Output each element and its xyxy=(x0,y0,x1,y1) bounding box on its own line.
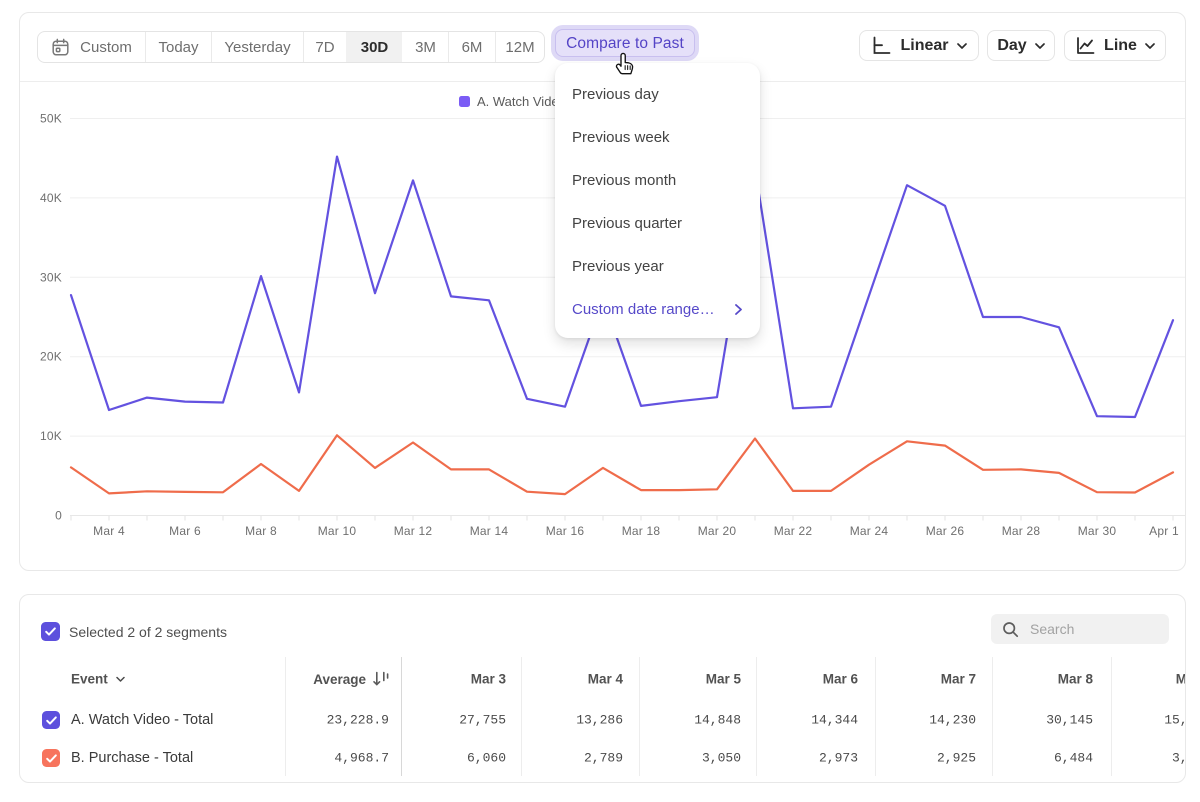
svg-text:Apr 1: Apr 1 xyxy=(1149,524,1179,538)
svg-text:50K: 50K xyxy=(40,112,62,126)
svg-text:Mar 24: Mar 24 xyxy=(850,524,889,538)
svg-text:Mar 26: Mar 26 xyxy=(926,524,965,538)
svg-text:Mar 14: Mar 14 xyxy=(470,524,509,538)
svg-text:40K: 40K xyxy=(40,191,62,205)
svg-text:Mar 8: Mar 8 xyxy=(245,524,277,538)
svg-text:Mar 6: Mar 6 xyxy=(169,524,201,538)
svg-text:Mar 4: Mar 4 xyxy=(93,524,125,538)
svg-text:Mar 10: Mar 10 xyxy=(318,524,357,538)
svg-text:30K: 30K xyxy=(40,270,62,284)
svg-text:0: 0 xyxy=(55,509,62,523)
svg-text:Mar 20: Mar 20 xyxy=(698,524,737,538)
svg-text:Mar 30: Mar 30 xyxy=(1078,524,1117,538)
svg-text:Mar 16: Mar 16 xyxy=(546,524,585,538)
svg-text:Mar 18: Mar 18 xyxy=(622,524,661,538)
svg-text:10K: 10K xyxy=(40,429,62,443)
svg-text:Mar 28: Mar 28 xyxy=(1002,524,1041,538)
svg-text:20K: 20K xyxy=(40,350,62,364)
svg-text:Mar 22: Mar 22 xyxy=(774,524,813,538)
svg-text:Mar 12: Mar 12 xyxy=(394,524,433,538)
